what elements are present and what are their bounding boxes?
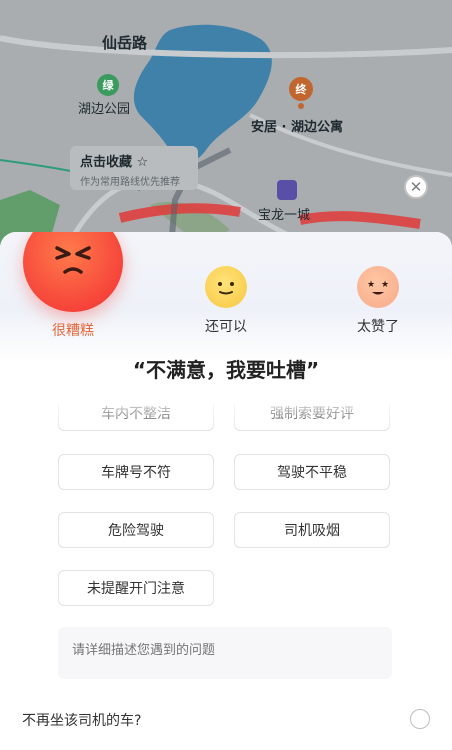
svg-text:★: ★ — [367, 280, 375, 290]
favorite-route-card[interactable]: 点击收藏 ☆ 作为常用路线优先推荐 — [70, 146, 198, 190]
tag-door-warning[interactable]: 未提醒开门注意 — [58, 570, 214, 606]
no-ride-label: 不再坐该司机的车? — [22, 713, 142, 729]
community-label: 宝龙一城 — [258, 208, 311, 223]
problem-description-input[interactable] — [58, 627, 392, 679]
neutral-face-icon — [205, 266, 247, 308]
rating-option-ok[interactable]: 还可以 — [198, 266, 254, 336]
park-label: 湖边公园 — [78, 102, 131, 117]
rating-option-bad[interactable]: 很糟糕 — [23, 232, 123, 340]
tag-forced-review[interactable]: 强制索要好评 — [234, 402, 390, 431]
favorite-subtitle: 作为常用路线优先推荐 — [80, 177, 180, 188]
complaint-tags: 车内不整洁 强制索要好评 车牌号不符 驾驶不平稳 危险驾驶 司机吸烟 未提醒开门… — [0, 402, 452, 610]
close-icon[interactable]: ✕ — [404, 175, 428, 199]
park-pin-icon[interactable]: 绿 — [97, 74, 119, 96]
destination-label: 安居 · 湖边公寓 — [251, 120, 343, 135]
rating-sheet: 很糟糕 还可以 ★ ★ 太赞了 “不满意，我要吐槽” 车内不整洁 强制索要好评 … — [0, 232, 452, 750]
no-ride-radio[interactable] — [410, 709, 430, 729]
rating-option-great[interactable]: ★ ★ 太赞了 — [350, 266, 406, 336]
tag-unsteady-driving[interactable]: 驾驶不平稳 — [234, 454, 390, 490]
svg-text:★: ★ — [381, 280, 389, 290]
road-label: 仙岳路 — [102, 34, 148, 52]
angry-face-icon — [23, 232, 123, 312]
rating-label-great: 太赞了 — [357, 319, 399, 335]
rating-label-bad: 很糟糕 — [52, 323, 94, 339]
community-poi-icon — [277, 180, 297, 200]
favorite-title: 点击收藏 ☆ — [80, 155, 149, 170]
rating-label-ok: 还可以 — [205, 319, 247, 335]
star-eyes-face-icon: ★ ★ — [357, 266, 399, 308]
tag-dangerous-driving[interactable]: 危险驾驶 — [58, 512, 214, 548]
tag-plate-mismatch[interactable]: 车牌号不符 — [58, 454, 214, 490]
destination-pin-icon[interactable]: 终 — [289, 77, 313, 109]
map-background — [0, 24, 452, 260]
map-view[interactable]: 仙岳路 绿 湖边公园 终 安居 · 湖边公寓 宝龙一城 点击收藏 ☆ 作为常用路… — [0, 0, 452, 260]
tag-driver-smoking[interactable]: 司机吸烟 — [234, 512, 390, 548]
star-icon: ☆ — [136, 155, 149, 170]
tag-dirty-car[interactable]: 车内不整洁 — [58, 402, 214, 431]
feedback-headline: “不满意，我要吐槽” — [132, 358, 320, 382]
